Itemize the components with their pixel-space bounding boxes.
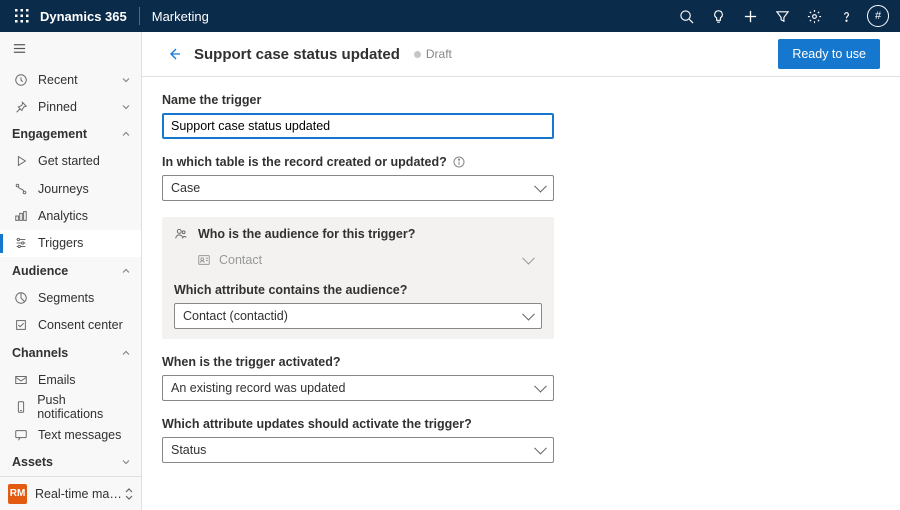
consent-icon [12, 318, 30, 332]
sidebar-item-emails[interactable]: Emails [0, 366, 141, 393]
chevron-down-icon [121, 75, 131, 85]
sidebar-item-consent[interactable]: Consent center [0, 312, 141, 339]
divider [139, 7, 140, 25]
info-icon[interactable] [453, 156, 465, 168]
label: Assets [12, 455, 53, 469]
label: Analytics [38, 209, 88, 223]
sidebar-item-get-started[interactable]: Get started [0, 148, 141, 175]
attribute-select[interactable]: Contact (contactid) [174, 303, 542, 329]
avatar[interactable]: # [864, 2, 892, 30]
label: Engagement [12, 127, 87, 141]
label: Recent [38, 73, 78, 87]
analytics-icon [12, 209, 30, 223]
label-name: Name the trigger [162, 93, 880, 107]
people-icon [174, 227, 192, 241]
topbar: Dynamics 365 Marketing # [0, 0, 900, 32]
label-table: In which table is the record created or … [162, 155, 880, 169]
play-icon [12, 154, 30, 168]
chevron-up-icon [121, 129, 131, 139]
sidebar-item-push[interactable]: Push notifications [0, 393, 141, 421]
sidebar-group-engagement[interactable]: Engagement [0, 120, 141, 147]
label: Segments [38, 291, 94, 305]
label-audience: Who is the audience for this trigger? [174, 227, 542, 241]
label: Triggers [38, 236, 83, 250]
sidebar-group-audience[interactable]: Audience [0, 257, 141, 284]
help-icon[interactable] [832, 2, 860, 30]
app-launcher-icon[interactable] [8, 9, 36, 23]
label: Journeys [38, 182, 89, 196]
trigger-icon [12, 236, 30, 250]
sidebar: Recent Pinned Engagement Get started Jou… [0, 32, 142, 510]
label: Push notifications [37, 393, 131, 421]
avatar-symbol: # [867, 5, 889, 27]
app-area[interactable]: Marketing [152, 9, 209, 24]
audience-panel: Who is the audience for this trigger? Co… [162, 217, 554, 339]
area-badge: RM [8, 484, 27, 504]
sidebar-item-journeys[interactable]: Journeys [0, 175, 141, 202]
table-select[interactable]: Case [162, 175, 554, 201]
when-select[interactable]: An existing record was updated [162, 375, 554, 401]
swap-icon [123, 488, 135, 500]
lightbulb-icon[interactable] [704, 2, 732, 30]
label: Consent center [38, 318, 123, 332]
hamburger-icon[interactable] [0, 32, 141, 66]
label: Channels [12, 346, 68, 360]
status-badge: Draft [414, 47, 452, 61]
chevron-up-icon [121, 348, 131, 358]
updates-select[interactable]: Status [162, 437, 554, 463]
area-label: Real-time marketi... [35, 487, 123, 501]
contact-icon [195, 253, 213, 267]
back-button[interactable] [162, 46, 186, 62]
sidebar-item-pinned[interactable]: Pinned [0, 93, 141, 120]
sidebar-item-recent[interactable]: Recent [0, 66, 141, 93]
message-icon [12, 428, 30, 442]
ready-to-use-button[interactable]: Ready to use [778, 39, 880, 69]
pin-icon [12, 100, 30, 114]
sidebar-item-text[interactable]: Text messages [0, 421, 141, 448]
sidebar-group-channels[interactable]: Channels [0, 339, 141, 366]
segments-icon [12, 291, 30, 305]
label: Get started [38, 154, 100, 168]
label: Emails [38, 373, 76, 387]
filter-icon[interactable] [768, 2, 796, 30]
label: Pinned [38, 100, 77, 114]
trigger-name-input[interactable] [162, 113, 554, 139]
label: Audience [12, 264, 68, 278]
email-icon [12, 373, 30, 387]
label-updates: Which attribute updates should activate … [162, 417, 880, 431]
brand: Dynamics 365 [40, 9, 127, 24]
chevron-down-icon [121, 457, 131, 467]
clock-icon [12, 73, 30, 87]
push-icon [12, 400, 29, 414]
page-title: Support case status updated [194, 46, 400, 63]
gear-icon[interactable] [800, 2, 828, 30]
label: Text messages [38, 428, 121, 442]
sidebar-item-triggers[interactable]: Triggers [0, 230, 141, 257]
status-text: Draft [426, 47, 452, 61]
add-icon[interactable] [736, 2, 764, 30]
status-dot-icon [414, 51, 421, 58]
sidebar-item-analytics[interactable]: Analytics [0, 202, 141, 229]
journey-icon [12, 182, 30, 196]
form: Name the trigger In which table is the r… [142, 77, 900, 495]
main: Support case status updated Draft Ready … [142, 32, 900, 510]
chevron-down-icon [121, 102, 131, 112]
audience-select: Contact [194, 247, 542, 273]
label-when: When is the trigger activated? [162, 355, 880, 369]
search-icon[interactable] [672, 2, 700, 30]
area-switcher[interactable]: RM Real-time marketi... [0, 476, 141, 510]
sidebar-group-assets[interactable]: Assets [0, 449, 141, 476]
label-attr: Which attribute contains the audience? [174, 283, 542, 297]
sidebar-item-segments[interactable]: Segments [0, 284, 141, 311]
page-header: Support case status updated Draft Ready … [142, 32, 900, 77]
chevron-up-icon [121, 266, 131, 276]
